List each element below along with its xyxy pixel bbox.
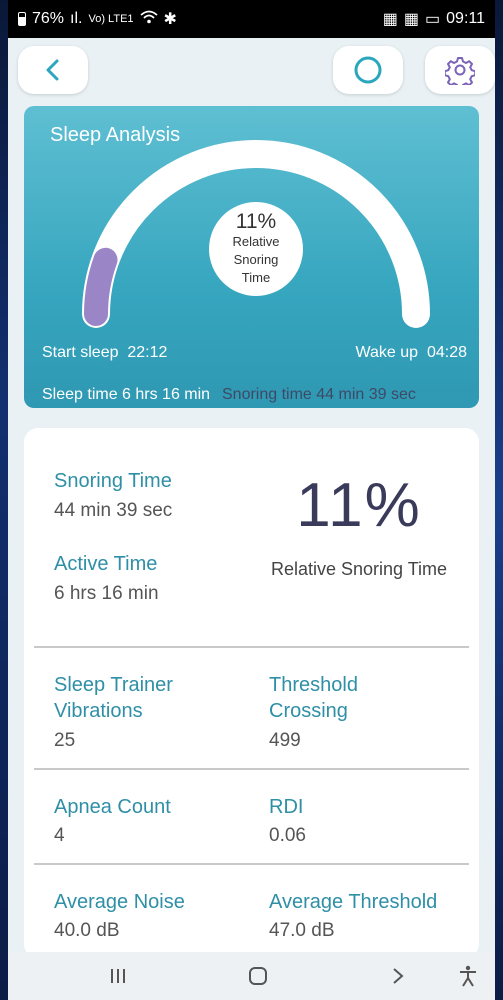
home-icon	[249, 967, 267, 985]
apnea-label: Apnea Count	[54, 796, 171, 818]
accessibility-button[interactable]	[448, 952, 488, 1000]
trainer-value: 25	[54, 730, 76, 751]
snoring-time-value: 44 min 39 sec	[54, 500, 173, 521]
threshold-label: Threshold Crossing	[269, 672, 358, 724]
circle-icon	[354, 56, 382, 84]
recents-button[interactable]	[88, 952, 148, 1000]
rdi-value: 0.06	[269, 825, 306, 846]
trainer-label-line1: Sleep Trainer	[54, 674, 173, 696]
stats-card: Snoring Time 44 min 39 sec Active Time 6…	[24, 428, 479, 952]
divider	[34, 863, 469, 865]
bluetooth-icon: ✱	[163, 11, 177, 28]
clock-time: 09:11	[446, 10, 485, 27]
app-screen: Sleep Analysis 11% Relative Snoring Time…	[8, 38, 495, 952]
network-type: Vo) LTE1	[88, 13, 134, 25]
notification-icon-2: ▦	[403, 11, 420, 28]
start-sleep: Start sleep 22:12	[42, 344, 167, 362]
notification-icon: ▦	[382, 11, 398, 28]
recents-icon	[111, 969, 125, 983]
active-time-label: Active Time	[54, 553, 158, 575]
device-frame-left	[0, 0, 8, 1000]
gauge-fill	[84, 247, 118, 326]
battery-level: 76%	[32, 10, 65, 27]
divider	[34, 768, 469, 770]
center-percent: 11%	[235, 210, 277, 233]
wake-up-label: Wake up	[355, 344, 419, 361]
signal-icon: ıl.	[70, 10, 83, 27]
avg-threshold-label: Average Threshold	[269, 891, 438, 913]
settings-button[interactable]	[425, 46, 495, 94]
threshold-label-line1: Threshold	[269, 674, 358, 696]
device-frame-right	[495, 0, 503, 1000]
wifi-icon	[139, 10, 158, 29]
trainer-label: Sleep Trainer Vibrations	[54, 672, 173, 724]
snoring-time-label: Snoring Time	[54, 470, 172, 492]
power-button[interactable]	[333, 46, 403, 94]
wake-up: Wake up 04:28	[356, 344, 467, 362]
wake-up-time: 04:28	[426, 344, 467, 361]
battery-icon	[18, 12, 26, 26]
screen-record-icon: ▭	[425, 11, 441, 28]
top-toolbar	[8, 38, 495, 108]
nav-back-button[interactable]	[368, 952, 428, 1000]
avg-threshold-value: 47.0 dB	[269, 920, 335, 941]
home-button[interactable]	[228, 952, 288, 1000]
active-time-value: 6 hrs 16 min	[54, 583, 159, 604]
center-percent-circle: 11% Relative Snoring Time	[209, 202, 303, 296]
sleep-analysis-card: Sleep Analysis 11% Relative Snoring Time…	[24, 106, 479, 408]
back-icon	[393, 968, 404, 984]
start-sleep-time: 22:12	[127, 344, 168, 361]
back-button[interactable]	[18, 46, 88, 94]
relative-percent: 11%	[296, 471, 422, 540]
snoring-time-text: Snoring time 44 min 39 sec	[222, 386, 416, 403]
avg-noise-label: Average Noise	[54, 891, 185, 913]
sleep-time-text: Sleep time 6 hrs 16 min	[42, 386, 211, 403]
threshold-value: 499	[269, 730, 301, 751]
gear-icon	[445, 57, 475, 85]
start-sleep-label: Start sleep	[42, 344, 119, 361]
status-bar: 76% ıl. Vo) LTE1 ✱ ▦ ▦ ▭ 09:11	[8, 0, 495, 38]
avg-noise-value: 40.0 dB	[54, 920, 120, 941]
center-label: Relative Snoring Time	[232, 234, 280, 285]
relative-label: Relative Snoring Time	[270, 559, 448, 579]
divider	[34, 646, 469, 648]
apnea-value: 4	[54, 825, 65, 846]
system-nav-bar	[8, 952, 495, 1000]
accessibility-icon	[460, 965, 476, 987]
threshold-label-line2: Crossing	[269, 700, 348, 722]
rdi-label: RDI	[269, 796, 304, 818]
trainer-label-line2: Vibrations	[54, 700, 143, 722]
chevron-left-icon	[46, 59, 59, 81]
